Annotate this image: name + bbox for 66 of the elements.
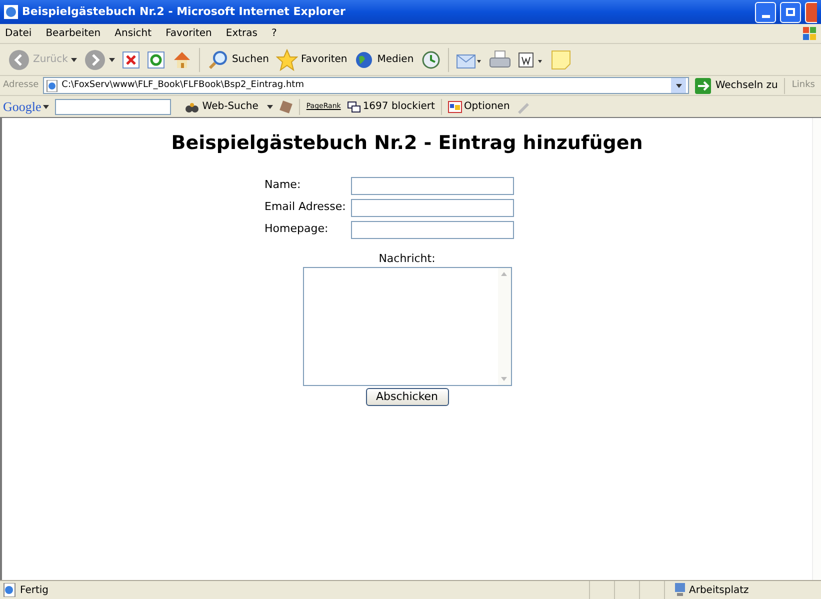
minimize-button[interactable] (755, 2, 776, 22)
print-button[interactable] (488, 50, 511, 70)
document-icon (518, 50, 544, 70)
page-icon (46, 80, 58, 92)
message-label: Nachricht: (378, 250, 436, 266)
menu-item[interactable]: Extras (226, 26, 258, 41)
page-icon (3, 583, 17, 597)
stop-icon (122, 50, 140, 68)
media-button[interactable]: Medien (354, 50, 414, 70)
word-button[interactable] (518, 50, 544, 70)
text-field[interactable] (350, 220, 514, 238)
history-button[interactable] (420, 50, 441, 70)
computer-icon (674, 583, 686, 597)
text-field[interactable] (350, 176, 514, 194)
arrow-icon (695, 78, 712, 94)
google-search-field[interactable] (55, 98, 172, 114)
options-icon (448, 100, 462, 112)
address-field[interactable]: C:\FoxServ\www\FLF_Book\FLFBook\Bsp2_Eintrag.htm (42, 77, 690, 94)
zone-text: Arbeitsplatz (689, 584, 749, 598)
up-arrow-icon (501, 272, 507, 276)
house-icon (172, 50, 192, 70)
caret-icon (43, 104, 50, 108)
field-label: Homepage: (264, 221, 330, 238)
home-button[interactable] (172, 50, 192, 70)
restore-button[interactable] (780, 2, 801, 22)
popup-blocker-button[interactable]: 1697 blockiert (346, 99, 435, 114)
caret-icon (70, 58, 77, 62)
dropdown-button[interactable] (671, 78, 686, 93)
refresh-icon (146, 50, 165, 68)
windows-icon (346, 100, 361, 112)
caret-icon (108, 58, 115, 62)
magnifier-icon (206, 48, 229, 70)
go-button[interactable]: Wechseln zu (693, 78, 780, 94)
menu-item[interactable]: Bearbeiten (46, 26, 101, 41)
field-label: Email Adresse: (264, 199, 347, 216)
field-label: Name: (264, 177, 302, 194)
page-heading: Beispielgästebuch Nr.2 - Eintrag hinzufügen (171, 131, 643, 156)
caret-icon (676, 84, 682, 88)
caret-icon (267, 104, 274, 108)
submit-button[interactable]: Abschicken (366, 388, 448, 406)
message-textarea[interactable] (302, 267, 512, 386)
close-button[interactable] (805, 2, 817, 22)
windows-flag-icon (803, 26, 817, 40)
menu-item[interactable]: Datei (5, 26, 32, 41)
google-logo[interactable]: Google (3, 96, 50, 116)
down-arrow-icon (501, 377, 507, 381)
printer-icon (488, 50, 511, 70)
star-icon (276, 48, 298, 70)
menu-item[interactable]: Favoriten (166, 26, 212, 41)
browser-icon (4, 5, 18, 19)
web-search-button[interactable]: Web-Suche (185, 99, 274, 114)
clock-icon (420, 50, 441, 70)
stop-button[interactable] (122, 50, 140, 68)
menu-item[interactable]: Ansicht (114, 26, 152, 41)
menu-item[interactable]: ? (272, 26, 277, 41)
refresh-button[interactable] (146, 50, 165, 68)
globe-icon (354, 50, 374, 70)
favorites-button[interactable]: Favoriten (276, 48, 348, 70)
note-icon (550, 50, 571, 70)
options-button[interactable]: Optionen (448, 99, 510, 114)
status-text: Fertig (20, 584, 50, 598)
binoculars-icon (185, 100, 200, 112)
search-button[interactable]: Suchen (206, 48, 269, 70)
window-title: Beispielgästebuch Nr.2 - Microsoft Internet Explorer (22, 4, 346, 20)
text-field[interactable] (350, 198, 514, 216)
address-label: Adresse (3, 78, 39, 92)
